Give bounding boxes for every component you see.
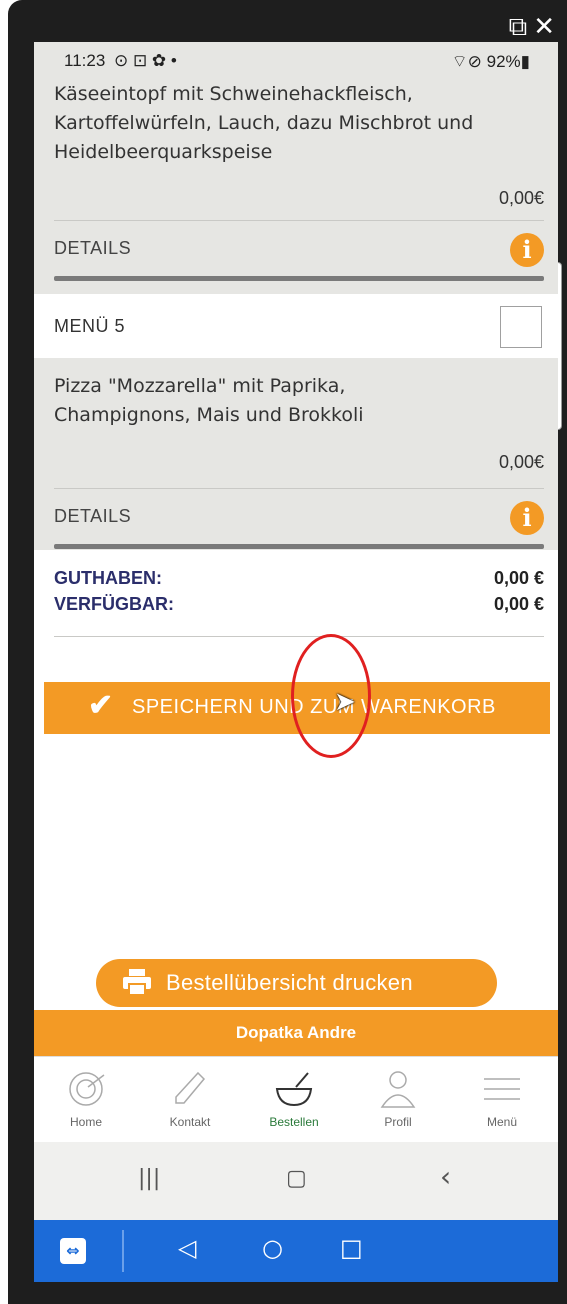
remote-recents-icon[interactable]: □ (340, 1234, 363, 1262)
menu5-price: 0,00€ (498, 452, 544, 472)
menu4-price: 0,00€ (498, 188, 544, 208)
mouse-cursor-icon: ➤ (334, 687, 356, 717)
status-icons: ⊙ ⊡ ✿ • (114, 51, 177, 70)
menu4-line-3: Heidelbeerquarkspeise (54, 141, 273, 163)
back-icon[interactable]: ‹ (440, 1160, 451, 1193)
guthaben-row: GUTHABEN: 0,00 € (54, 568, 544, 589)
menu4-description: Käseeintopf mit Schweinehackfleisch, Kar… (34, 80, 558, 167)
plate-icon (69, 1072, 105, 1106)
popout-icon[interactable]: ⧉ (509, 12, 534, 42)
user-name-bar: Dopatka Andre (34, 1010, 558, 1056)
tab-label-bestellen: Bestellen (269, 1115, 319, 1129)
info-icon[interactable]: i (510, 501, 544, 535)
verfuegbar-row: VERFÜGBAR: 0,00 € (54, 594, 544, 615)
teamviewer-logo-icon[interactable]: ⇔ (60, 1238, 86, 1264)
print-button-label: Bestellübersicht drucken (166, 970, 413, 995)
menu4-line-2: Kartoffelwürfeln, Lauch, dazu Mischbrot … (54, 112, 474, 134)
guthaben-label: GUTHABEN: (54, 568, 162, 588)
tab-label-kontakt: Kontakt (169, 1115, 211, 1129)
window-controls: ⧉✕ (509, 12, 561, 43)
close-icon[interactable]: ✕ (533, 12, 561, 42)
printer-icon (123, 969, 151, 996)
bowl-icon (275, 1072, 313, 1107)
menu5-separator (54, 544, 544, 549)
hamburger-icon (484, 1078, 520, 1100)
tab-menu[interactable]: Menü (450, 1057, 554, 1143)
verfuegbar-label: VERFÜGBAR: (54, 594, 174, 614)
recents-icon[interactable]: ||| (138, 1166, 160, 1191)
toolbar-separator (122, 1230, 124, 1272)
menu4-separator (54, 276, 544, 281)
menu4-divider (54, 220, 544, 221)
menu5-checkbox[interactable] (500, 306, 542, 348)
status-bar: 11:23 ⊙ ⊡ ✿ • ⌔⊘ 92%▮ (34, 42, 558, 82)
click-highlight (291, 634, 371, 758)
tab-label-home: Home (69, 1115, 102, 1129)
checkmark-icon: ✔ (88, 689, 114, 722)
balance-divider (54, 636, 544, 637)
menu5-header: MENÜ 5 (34, 294, 558, 358)
tab-kontakt[interactable]: Kontakt (138, 1057, 242, 1143)
menu4-details-label: DETAILS (54, 238, 132, 258)
remote-back-icon[interactable]: ◁ (178, 1234, 196, 1262)
remote-home-icon[interactable]: ○ (262, 1234, 283, 1262)
menu4-details-row[interactable]: DETAILS i (34, 222, 558, 278)
menu5-details-label: DETAILS (54, 506, 132, 526)
phone-icon (175, 1071, 206, 1104)
tab-home[interactable]: Home (34, 1057, 138, 1143)
bottom-tab-bar: Home Kontakt Bestellen Profil Menü (34, 1056, 558, 1142)
menu5-title: MENÜ 5 (54, 316, 126, 336)
guthaben-value: 0,00 € (493, 568, 544, 588)
android-nav-bar: ||| ▢ ‹ (34, 1142, 558, 1220)
app-frame: ⧉✕ 11:23 ⊙ ⊡ ✿ • ⌔⊘ 92%▮ Käseeintopf mit… (0, 0, 567, 1304)
menu5-line-2: Champignons, Mais und Brokkoli (54, 404, 364, 426)
verfuegbar-value: 0,00 € (493, 594, 544, 614)
tab-label-profil: Profil (384, 1115, 412, 1129)
tab-profil[interactable]: Profil (346, 1057, 450, 1143)
phone-screen: 11:23 ⊙ ⊡ ✿ • ⌔⊘ 92%▮ Käseeintopf mit Sc… (34, 42, 558, 1282)
info-icon[interactable]: i (510, 233, 544, 267)
status-time: 11:23 (64, 51, 106, 70)
remote-control-bar: ⇔ ◁ ○ □ (34, 1220, 558, 1282)
status-battery: ⌔⊘ 92%▮ (451, 52, 530, 71)
tab-bestellen[interactable]: Bestellen (242, 1057, 346, 1143)
print-order-button[interactable]: Bestellübersicht drucken (96, 959, 497, 1007)
menu5-details-row[interactable]: DETAILS i (34, 490, 558, 546)
menu5-divider (54, 488, 544, 489)
menu5-description: Pizza "Mozzarella" mit Paprika, Champign… (34, 372, 558, 430)
person-icon (380, 1071, 416, 1108)
menu5-line-1: Pizza "Mozzarella" mit Paprika, (54, 375, 346, 397)
home-icon[interactable]: ▢ (286, 1166, 307, 1191)
menu4-line-1: Käseeintopf mit Schweinehackfleisch, (54, 83, 413, 105)
tab-label-menu: Menü (486, 1115, 518, 1129)
